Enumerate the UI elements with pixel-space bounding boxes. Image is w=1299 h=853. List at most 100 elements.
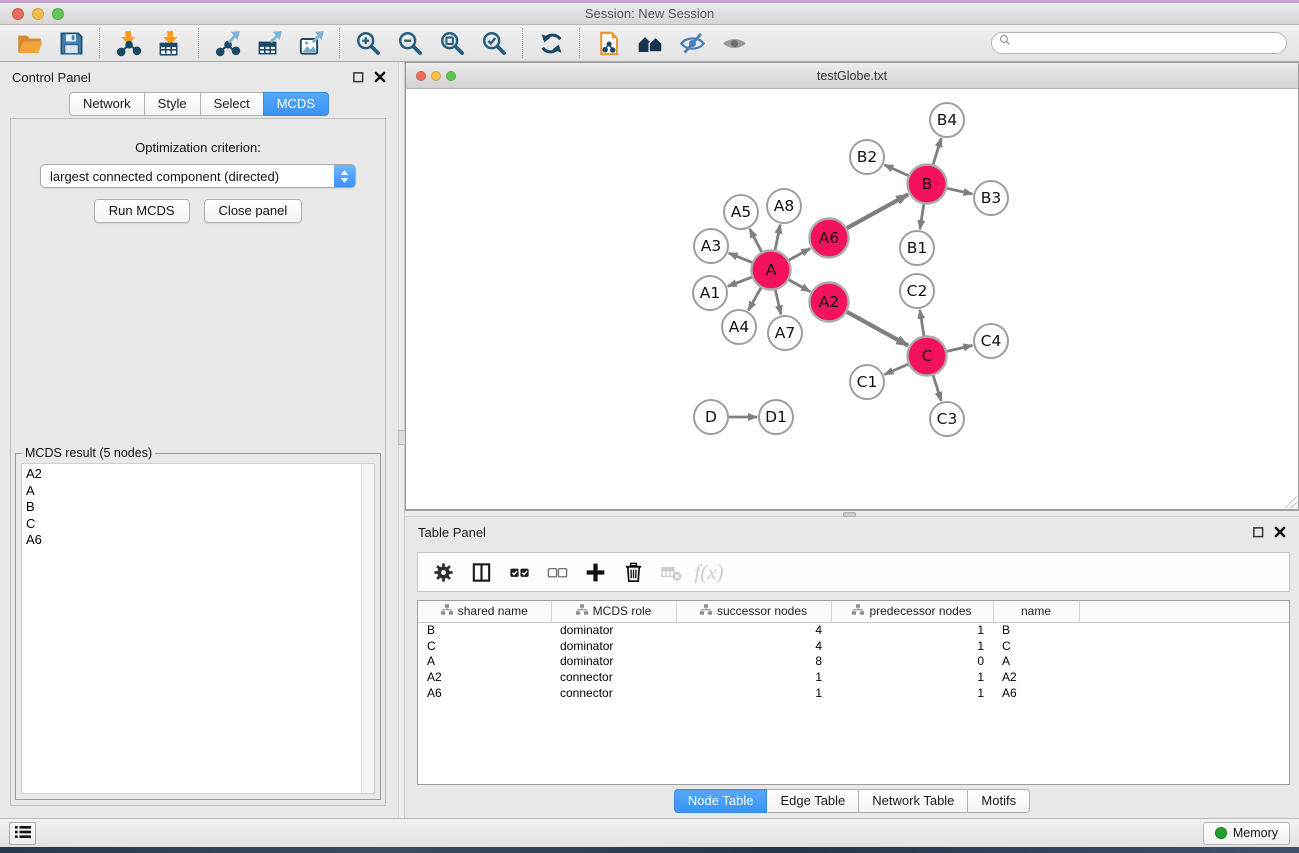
cell-name[interactable]: C xyxy=(993,638,1079,654)
column-header-shared-name[interactable]: shared name xyxy=(418,601,551,622)
cell-successor-nodes[interactable]: 1 xyxy=(676,685,831,701)
table-row[interactable]: Adominator80A xyxy=(418,654,1289,670)
node-A1[interactable]: A1 xyxy=(693,276,727,310)
cell-predecessor-nodes[interactable]: 1 xyxy=(831,622,993,638)
add-column-button[interactable] xyxy=(576,555,614,589)
close-panel-button[interactable] xyxy=(373,71,386,84)
node-B-dominator[interactable]: B xyxy=(908,165,947,204)
delete-columns-button[interactable] xyxy=(614,555,652,589)
cell-MCDS-role[interactable]: connector xyxy=(551,685,676,701)
tab-motifs[interactable]: Motifs xyxy=(967,789,1030,813)
show-panels-menu-button[interactable] xyxy=(9,822,36,845)
table-row[interactable]: Bdominator41B xyxy=(418,622,1289,638)
show-all-button[interactable] xyxy=(713,28,755,59)
node-A3[interactable]: A3 xyxy=(694,229,728,263)
cell-shared-name[interactable]: B xyxy=(418,622,551,638)
cell-predecessor-nodes[interactable]: 1 xyxy=(831,685,993,701)
node-C-dominator[interactable]: C xyxy=(908,337,947,376)
run-mcds-button[interactable]: Run MCDS xyxy=(94,199,190,223)
cell-MCDS-role[interactable]: dominator xyxy=(551,622,676,638)
node-A6-dominator[interactable]: A6 xyxy=(810,219,849,258)
cell-successor-nodes[interactable]: 1 xyxy=(676,669,831,685)
optimization-criterion-select[interactable]: largest connected component (directed) xyxy=(40,164,356,188)
node-C1[interactable]: C1 xyxy=(850,365,884,399)
new-network-from-selection-button[interactable] xyxy=(587,28,629,59)
tab-mcds[interactable]: MCDS xyxy=(263,92,329,116)
network-canvas[interactable]: B4B2BB3A5A8A6B1A3AC2A1A2A4A7CC4C1C3DD1 xyxy=(406,89,1298,509)
tab-select[interactable]: Select xyxy=(200,92,264,116)
tab-network[interactable]: Network xyxy=(69,92,145,116)
table-row[interactable]: A2connector11A2 xyxy=(418,669,1289,685)
split-panel-button[interactable] xyxy=(462,555,500,589)
network-graph[interactable]: B4B2BB3A5A8A6B1A3AC2A1A2A4A7CC4C1C3DD1 xyxy=(406,89,1298,509)
node-C3[interactable]: C3 xyxy=(930,402,964,436)
cell-successor-nodes[interactable]: 4 xyxy=(676,622,831,638)
cell-predecessor-nodes[interactable]: 1 xyxy=(831,669,993,685)
mcds-result-item[interactable]: A2 xyxy=(22,466,374,483)
column-header-predecessor-nodes[interactable]: predecessor nodes xyxy=(831,601,993,622)
save-session-button[interactable] xyxy=(50,28,92,59)
cell-name[interactable]: A6 xyxy=(993,685,1079,701)
tab-style[interactable]: Style xyxy=(144,92,201,116)
node-C2[interactable]: C2 xyxy=(900,274,934,308)
vertical-split-divider[interactable] xyxy=(398,62,405,818)
cell-name[interactable]: A xyxy=(993,654,1079,670)
node-A5[interactable]: A5 xyxy=(724,195,758,229)
node-B4[interactable]: B4 xyxy=(930,103,964,137)
cell-successor-nodes[interactable]: 8 xyxy=(676,654,831,670)
refresh-button[interactable] xyxy=(530,28,572,59)
node-table[interactable]: shared nameMCDS rolesuccessor nodesprede… xyxy=(417,600,1290,785)
node-A4[interactable]: A4 xyxy=(722,310,756,344)
cell-shared-name[interactable]: A6 xyxy=(418,685,551,701)
mcds-result-list[interactable]: A2ABCA6 xyxy=(21,463,375,794)
app-titlebar[interactable]: Session: New Session xyxy=(0,3,1299,25)
node-A7[interactable]: A7 xyxy=(768,316,802,350)
node-B3[interactable]: B3 xyxy=(974,181,1008,215)
export-network-button[interactable] xyxy=(206,28,248,59)
deselect-all-checkboxes-button[interactable] xyxy=(538,555,576,589)
mcds-result-item[interactable]: A6 xyxy=(22,532,374,549)
tab-network-table[interactable]: Network Table xyxy=(858,789,968,813)
node-D1[interactable]: D1 xyxy=(759,400,793,434)
close-panel-button[interactable] xyxy=(1273,526,1286,539)
network-view-window[interactable]: testGlobe.txt B4B2BB3A5A8A6B1A3AC2A1A2A4… xyxy=(405,62,1299,510)
search-field[interactable] xyxy=(991,32,1287,54)
node-C4[interactable]: C4 xyxy=(974,324,1008,358)
cell-shared-name[interactable]: A xyxy=(418,654,551,670)
search-input[interactable] xyxy=(1017,36,1280,50)
gear-button[interactable] xyxy=(424,555,462,589)
mcds-result-item[interactable]: B xyxy=(22,499,374,516)
column-header-name[interactable]: name xyxy=(993,601,1079,622)
node-B1[interactable]: B1 xyxy=(900,231,934,265)
table-row[interactable]: A6connector11A6 xyxy=(418,685,1289,701)
node-D[interactable]: D xyxy=(694,400,728,434)
first-neighbors-button[interactable] xyxy=(629,28,671,59)
close-panel-button[interactable]: Close panel xyxy=(204,199,303,223)
float-panel-button[interactable] xyxy=(1251,526,1264,539)
table-row[interactable]: Cdominator41C xyxy=(418,638,1289,654)
import-network-button[interactable] xyxy=(107,28,149,59)
network-window-titlebar[interactable]: testGlobe.txt xyxy=(406,63,1298,89)
open-file-button[interactable] xyxy=(8,28,50,59)
import-table-button[interactable] xyxy=(149,28,191,59)
cell-predecessor-nodes[interactable]: 0 xyxy=(831,654,993,670)
cell-MCDS-role[interactable]: dominator xyxy=(551,654,676,670)
cell-successor-nodes[interactable]: 4 xyxy=(676,638,831,654)
hide-selected-button[interactable] xyxy=(671,28,713,59)
tab-edge-table[interactable]: Edge Table xyxy=(766,789,859,813)
zoom-out-button[interactable] xyxy=(389,28,431,59)
export-table-button[interactable] xyxy=(248,28,290,59)
node-A-dominator[interactable]: A xyxy=(752,251,791,290)
float-panel-button[interactable] xyxy=(351,71,364,84)
node-B2[interactable]: B2 xyxy=(850,140,884,174)
cell-shared-name[interactable]: A2 xyxy=(418,669,551,685)
cell-shared-name[interactable]: C xyxy=(418,638,551,654)
cell-name[interactable]: A2 xyxy=(993,669,1079,685)
export-image-button[interactable] xyxy=(290,28,332,59)
cell-MCDS-role[interactable]: connector xyxy=(551,669,676,685)
memory-button[interactable]: Memory xyxy=(1203,822,1290,845)
zoom-fit-button[interactable] xyxy=(431,28,473,59)
mcds-result-item[interactable]: C xyxy=(22,516,374,533)
zoom-in-button[interactable] xyxy=(347,28,389,59)
node-A2-dominator[interactable]: A2 xyxy=(810,283,849,322)
